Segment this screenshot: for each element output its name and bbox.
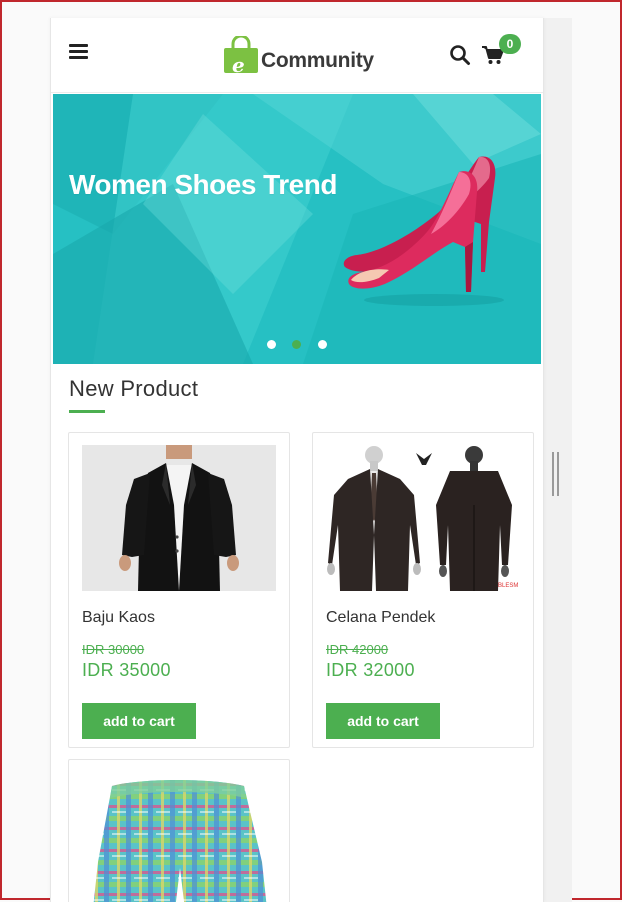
hamburger-menu-icon[interactable]: [69, 44, 89, 60]
app-header: e Community 0: [51, 18, 543, 93]
cart-count-badge: 0: [499, 34, 521, 54]
logo-letter: e: [232, 53, 245, 77]
svg-text:BLESM: BLESM: [498, 583, 518, 589]
red-high-heel-shoe-image: [343, 156, 504, 306]
product-name[interactable]: Baju Kaos: [82, 609, 155, 627]
banner-title: Women Shoes Trend: [69, 169, 337, 200]
product-old-price: IDR 30000: [82, 642, 145, 657]
search-icon[interactable]: [449, 44, 471, 66]
logo-text: Community: [261, 49, 374, 72]
product-card[interactable]: BLESM Celana Pendek IDR 42000 IDR 32000 …: [312, 432, 534, 748]
black-suit-image: [82, 445, 276, 591]
product-image[interactable]: [82, 445, 276, 591]
carousel-dot-1[interactable]: [267, 340, 276, 349]
carousel-dot-2[interactable]: [292, 340, 301, 349]
scrollbar-handle[interactable]: [551, 452, 561, 496]
product-price: IDR 32000: [326, 660, 415, 680]
section-title: New Product: [69, 376, 199, 401]
dark-suit-front-back-image: BLESM: [326, 445, 520, 591]
product-image[interactable]: [82, 772, 276, 902]
add-to-cart-button[interactable]: add to cart: [82, 703, 196, 739]
add-to-cart-button[interactable]: add to cart: [326, 703, 440, 739]
product-price: IDR 35000: [82, 660, 171, 680]
mobile-viewport: e Community 0 Women Shoes Trend New Prod…: [50, 18, 544, 902]
product-card[interactable]: [68, 759, 290, 902]
carousel-dot-3[interactable]: [318, 340, 327, 349]
product-card[interactable]: Baju Kaos IDR 30000 IDR 35000 add to car…: [68, 432, 290, 748]
product-image[interactable]: BLESM: [326, 445, 520, 591]
section-title-underline: [69, 410, 105, 413]
product-old-price: IDR 42000: [326, 642, 389, 657]
app-logo[interactable]: e Community: [223, 36, 383, 77]
product-name[interactable]: Celana Pendek: [326, 609, 435, 627]
hero-banner[interactable]: Women Shoes Trend: [53, 94, 541, 364]
plaid-shorts-image: [93, 780, 267, 902]
